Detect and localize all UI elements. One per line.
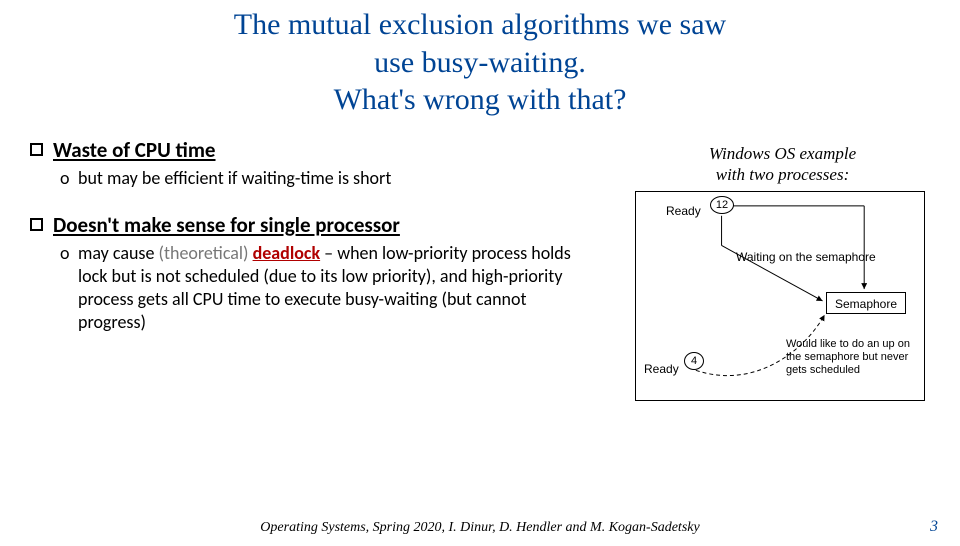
page-number: 3 bbox=[930, 518, 938, 536]
bullet-1-sub-text: but may be efficient if waiting-time is … bbox=[78, 167, 391, 190]
bullet-2: Doesn't make sense for single processor bbox=[30, 212, 623, 238]
caption-line-2: with two processes: bbox=[716, 165, 849, 184]
bullet-2-sub-text: may cause (theoretical) deadlock – when … bbox=[78, 242, 598, 334]
right-column: Windows OS example with two processes: bbox=[635, 137, 930, 402]
title-line-3: What's wrong with that? bbox=[334, 83, 627, 116]
figure-caption: Windows OS example with two processes: bbox=[635, 143, 930, 186]
bullet-1-sub: o but may be efficient if waiting-time i… bbox=[60, 167, 623, 190]
b2-theoretical: (theoretical) bbox=[159, 242, 253, 264]
caption-line-1: Windows OS example bbox=[709, 144, 856, 163]
slide-body: Waste of CPU time o but may be efficient… bbox=[0, 119, 960, 402]
diagram-semaphore-box: Semaphore bbox=[826, 292, 906, 314]
diagram-process-4: 4 bbox=[684, 352, 704, 370]
diagram-ready-1: Ready bbox=[666, 204, 701, 218]
circle-bullet-icon: o bbox=[60, 167, 78, 190]
diagram-process-12: 12 bbox=[710, 196, 734, 214]
square-bullet-icon bbox=[30, 143, 43, 156]
b2-pre: may cause bbox=[78, 242, 159, 264]
bullet-2-sub: o may cause (theoretical) deadlock – whe… bbox=[60, 242, 623, 334]
slide-title: The mutual exclusion algorithms we saw u… bbox=[0, 6, 960, 119]
title-line-1: The mutual exclusion algorithms we saw bbox=[234, 8, 726, 41]
b2-deadlock: deadlock bbox=[253, 242, 321, 264]
diagram-ready-2: Ready bbox=[644, 362, 679, 376]
bullet-1: Waste of CPU time bbox=[30, 137, 623, 163]
diagram-waiting-label: Waiting on the semaphore bbox=[736, 250, 876, 264]
os-diagram: Ready 12 Waiting on the semaphore Semaph… bbox=[635, 191, 925, 401]
bullet-2-text: Doesn't make sense for single processor bbox=[53, 212, 400, 238]
diagram-note: Would like to do an up on the semaphore … bbox=[786, 338, 921, 378]
slide: The mutual exclusion algorithms we saw u… bbox=[0, 6, 960, 546]
circle-bullet-icon: o bbox=[60, 242, 78, 334]
bullet-1-text: Waste of CPU time bbox=[53, 137, 216, 163]
square-bullet-icon bbox=[30, 218, 43, 231]
title-line-2: use busy-waiting. bbox=[374, 46, 586, 79]
left-column: Waste of CPU time o but may be efficient… bbox=[30, 137, 635, 402]
slide-footer: Operating Systems, Spring 2020, I. Dinur… bbox=[0, 520, 960, 536]
